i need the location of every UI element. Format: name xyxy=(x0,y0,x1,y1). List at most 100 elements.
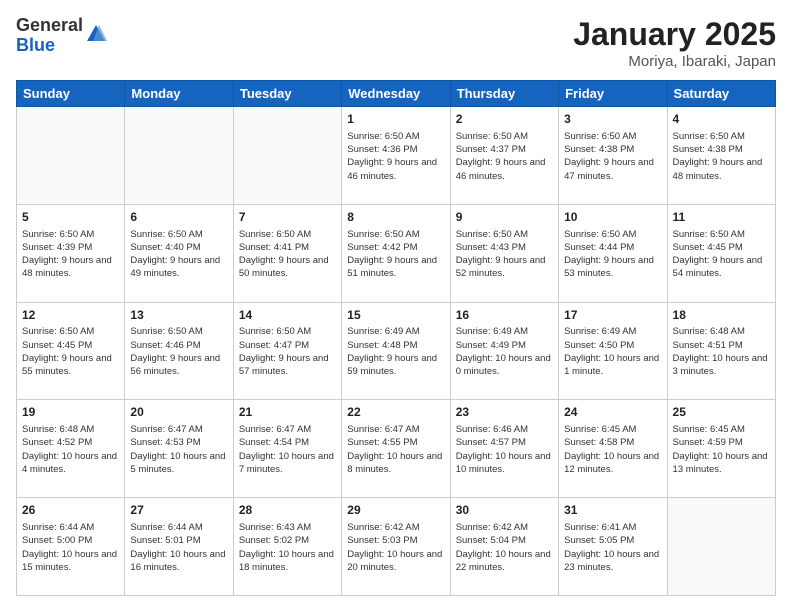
day-info: Sunrise: 6:46 AM Sunset: 4:57 PM Dayligh… xyxy=(456,423,553,476)
header: General Blue January 2025 Moriya, Ibarak… xyxy=(16,16,776,70)
col-tuesday: Tuesday xyxy=(233,81,341,107)
table-row: 17Sunrise: 6:49 AM Sunset: 4:50 PM Dayli… xyxy=(559,302,667,400)
table-row: 12Sunrise: 6:50 AM Sunset: 4:45 PM Dayli… xyxy=(17,302,125,400)
day-info: Sunrise: 6:41 AM Sunset: 5:05 PM Dayligh… xyxy=(564,521,661,574)
table-row: 20 Sunrise: 6:47 AM Sunset: 4:53 PM Dayli… xyxy=(125,400,233,498)
table-row: 26 Sunrise: 6:44 AM Sunset: 5:00 PM Dayli… xyxy=(17,498,125,596)
col-friday: Friday xyxy=(559,81,667,107)
day-number: 14 xyxy=(239,307,336,324)
table-row: 8Sunrise: 6:50 AM Sunset: 4:42 PM Daylig… xyxy=(342,204,450,302)
day-number: 17 xyxy=(564,307,661,324)
day-number: 2 xyxy=(456,111,553,128)
table-row: 15Sunrise: 6:49 AM Sunset: 4:48 PM Dayli… xyxy=(342,302,450,400)
table-row: 2 Sunrise: 6:50 AM Sunset: 4:37 PM Daylig… xyxy=(450,107,558,205)
table-row: 9 Sunrise: 6:50 AM Sunset: 4:43 PM Daylig… xyxy=(450,204,558,302)
day-number: 22 xyxy=(347,404,444,421)
table-row: 31Sunrise: 6:41 AM Sunset: 5:05 PM Dayli… xyxy=(559,498,667,596)
title-section: January 2025 Moriya, Ibaraki, Japan xyxy=(573,16,776,70)
calendar-table: Sunday Monday Tuesday Wednesday Thursday… xyxy=(16,80,776,596)
table-row: 6 Sunrise: 6:50 AM Sunset: 4:40 PM Daylig… xyxy=(125,204,233,302)
table-row: 11Sunrise: 6:50 AM Sunset: 4:45 PM Dayli… xyxy=(667,204,775,302)
day-info: Sunrise: 6:42 AM Sunset: 5:04 PM Dayligh… xyxy=(456,521,553,574)
day-info: Sunrise: 6:49 AM Sunset: 4:50 PM Dayligh… xyxy=(564,325,661,378)
table-row: 23 Sunrise: 6:46 AM Sunset: 4:57 PM Dayli… xyxy=(450,400,558,498)
day-info: Sunrise: 6:50 AM Sunset: 4:46 PM Dayligh… xyxy=(130,325,227,378)
col-monday: Monday xyxy=(125,81,233,107)
day-info: Sunrise: 6:49 AM Sunset: 4:48 PM Dayligh… xyxy=(347,325,444,378)
day-info: Sunrise: 6:47 AM Sunset: 4:54 PM Dayligh… xyxy=(239,423,336,476)
day-info: Sunrise: 6:49 AM Sunset: 4:49 PM Dayligh… xyxy=(456,325,553,378)
month-title: January 2025 xyxy=(573,16,776,53)
day-info: Sunrise: 6:50 AM Sunset: 4:43 PM Dayligh… xyxy=(456,228,553,281)
day-number: 28 xyxy=(239,502,336,519)
day-info: Sunrise: 6:50 AM Sunset: 4:38 PM Dayligh… xyxy=(564,130,661,183)
table-row: 24Sunrise: 6:45 AM Sunset: 4:58 PM Dayli… xyxy=(559,400,667,498)
week-row-1: 5 Sunrise: 6:50 AM Sunset: 4:39 PM Daylig… xyxy=(17,204,776,302)
col-saturday: Saturday xyxy=(667,81,775,107)
table-row: 29 Sunrise: 6:42 AM Sunset: 5:03 PM Dayli… xyxy=(342,498,450,596)
day-info: Sunrise: 6:50 AM Sunset: 4:44 PM Dayligh… xyxy=(564,228,661,281)
day-number: 10 xyxy=(564,209,661,226)
day-info: Sunrise: 6:50 AM Sunset: 4:37 PM Dayligh… xyxy=(456,130,553,183)
day-number: 23 xyxy=(456,404,553,421)
day-number: 20 xyxy=(130,404,227,421)
day-info: Sunrise: 6:50 AM Sunset: 4:42 PM Dayligh… xyxy=(347,228,444,281)
table-row: 22 Sunrise: 6:47 AM Sunset: 4:55 PM Dayli… xyxy=(342,400,450,498)
day-info: Sunrise: 6:43 AM Sunset: 5:02 PM Dayligh… xyxy=(239,521,336,574)
day-info: Sunrise: 6:50 AM Sunset: 4:36 PM Dayligh… xyxy=(347,130,444,183)
day-info: Sunrise: 6:45 AM Sunset: 4:59 PM Dayligh… xyxy=(673,423,770,476)
day-number: 1 xyxy=(347,111,444,128)
day-number: 15 xyxy=(347,307,444,324)
day-number: 11 xyxy=(673,209,770,226)
logo-triangle-icon xyxy=(85,23,107,45)
day-info: Sunrise: 6:44 AM Sunset: 5:00 PM Dayligh… xyxy=(22,521,119,574)
day-number: 5 xyxy=(22,209,119,226)
day-info: Sunrise: 6:47 AM Sunset: 4:53 PM Dayligh… xyxy=(130,423,227,476)
table-row: 5 Sunrise: 6:50 AM Sunset: 4:39 PM Daylig… xyxy=(17,204,125,302)
day-number: 6 xyxy=(130,209,227,226)
location: Moriya, Ibaraki, Japan xyxy=(573,53,776,70)
day-number: 12 xyxy=(22,307,119,324)
day-number: 13 xyxy=(130,307,227,324)
day-info: Sunrise: 6:47 AM Sunset: 4:55 PM Dayligh… xyxy=(347,423,444,476)
day-info: Sunrise: 6:50 AM Sunset: 4:39 PM Dayligh… xyxy=(22,228,119,281)
day-info: Sunrise: 6:48 AM Sunset: 4:51 PM Dayligh… xyxy=(673,325,770,378)
table-row xyxy=(17,107,125,205)
day-info: Sunrise: 6:50 AM Sunset: 4:40 PM Dayligh… xyxy=(130,228,227,281)
table-row: 21Sunrise: 6:47 AM Sunset: 4:54 PM Dayli… xyxy=(233,400,341,498)
week-row-4: 26 Sunrise: 6:44 AM Sunset: 5:00 PM Dayli… xyxy=(17,498,776,596)
day-number: 26 xyxy=(22,502,119,519)
day-info: Sunrise: 6:42 AM Sunset: 5:03 PM Dayligh… xyxy=(347,521,444,574)
col-thursday: Thursday xyxy=(450,81,558,107)
table-row: 28 Sunrise: 6:43 AM Sunset: 5:02 PM Dayli… xyxy=(233,498,341,596)
table-row xyxy=(667,498,775,596)
logo: General Blue xyxy=(16,16,107,56)
col-wednesday: Wednesday xyxy=(342,81,450,107)
table-row: 30 Sunrise: 6:42 AM Sunset: 5:04 PM Dayli… xyxy=(450,498,558,596)
day-number: 18 xyxy=(673,307,770,324)
page: General Blue January 2025 Moriya, Ibarak… xyxy=(0,0,792,612)
day-number: 25 xyxy=(673,404,770,421)
day-number: 27 xyxy=(130,502,227,519)
day-number: 9 xyxy=(456,209,553,226)
logo-name: General Blue xyxy=(16,16,83,56)
day-number: 30 xyxy=(456,502,553,519)
day-number: 16 xyxy=(456,307,553,324)
day-number: 7 xyxy=(239,209,336,226)
table-row: 4Sunrise: 6:50 AM Sunset: 4:38 PM Daylig… xyxy=(667,107,775,205)
table-row: 3 Sunrise: 6:50 AM Sunset: 4:38 PM Daylig… xyxy=(559,107,667,205)
day-number: 4 xyxy=(673,111,770,128)
logo-blue: Blue xyxy=(16,36,83,56)
day-number: 3 xyxy=(564,111,661,128)
table-row: 18Sunrise: 6:48 AM Sunset: 4:51 PM Dayli… xyxy=(667,302,775,400)
day-number: 19 xyxy=(22,404,119,421)
day-info: Sunrise: 6:50 AM Sunset: 4:47 PM Dayligh… xyxy=(239,325,336,378)
day-info: Sunrise: 6:50 AM Sunset: 4:41 PM Dayligh… xyxy=(239,228,336,281)
week-row-0: 1 Sunrise: 6:50 AM Sunset: 4:36 PM Daylig… xyxy=(17,107,776,205)
day-info: Sunrise: 6:48 AM Sunset: 4:52 PM Dayligh… xyxy=(22,423,119,476)
table-row: 14Sunrise: 6:50 AM Sunset: 4:47 PM Dayli… xyxy=(233,302,341,400)
table-row: 13Sunrise: 6:50 AM Sunset: 4:46 PM Dayli… xyxy=(125,302,233,400)
day-info: Sunrise: 6:45 AM Sunset: 4:58 PM Dayligh… xyxy=(564,423,661,476)
day-number: 29 xyxy=(347,502,444,519)
calendar-header-row: Sunday Monday Tuesday Wednesday Thursday… xyxy=(17,81,776,107)
